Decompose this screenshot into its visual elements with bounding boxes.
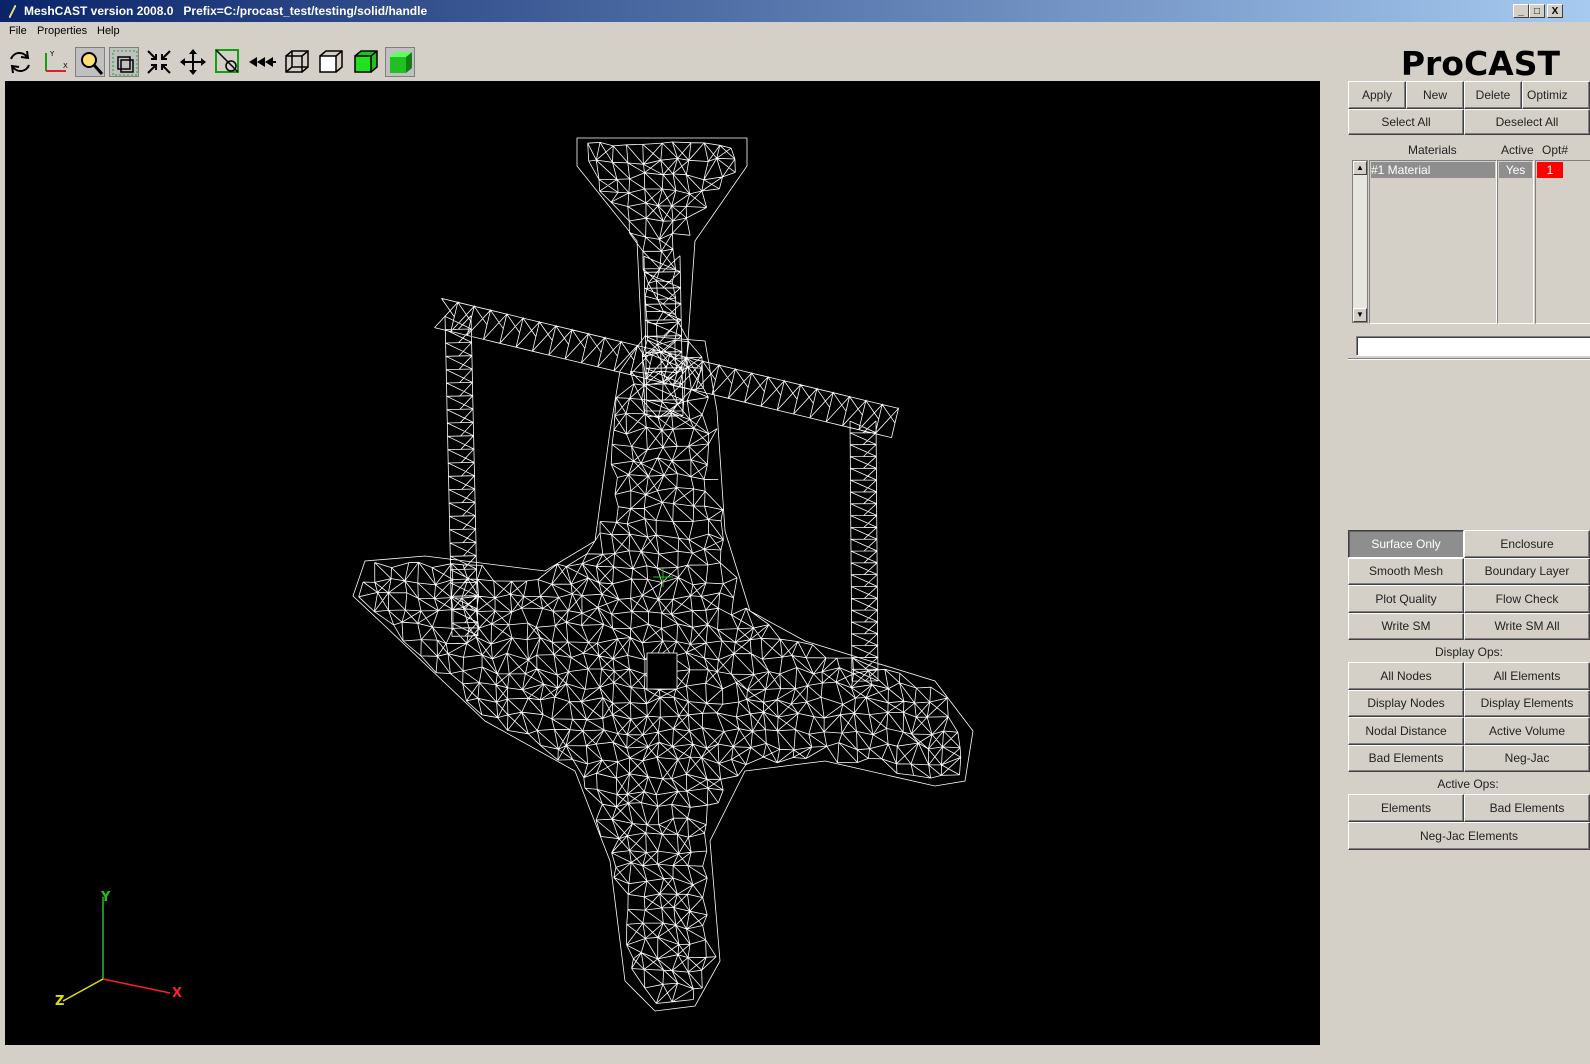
fit-icon[interactable]	[144, 47, 174, 77]
optimize-button[interactable]: Optimiz	[1522, 81, 1590, 109]
write-sm-all-button[interactable]: Write SM All	[1464, 613, 1590, 640]
active-header: Active	[1501, 143, 1534, 157]
opt-list[interactable]: 1	[1535, 160, 1590, 324]
zoom-window-icon[interactable]	[109, 47, 139, 77]
app-icon	[8, 4, 17, 18]
smooth-mesh-button[interactable]: Smooth Mesh	[1348, 558, 1464, 585]
scroll-up-icon[interactable]: ▲	[1353, 161, 1367, 175]
wireframe-icon[interactable]	[282, 47, 312, 77]
axis-triad: Y X Z	[55, 890, 182, 1009]
solid-icon[interactable]	[385, 47, 415, 77]
bad-elements-active-button[interactable]: Bad Elements	[1464, 794, 1590, 822]
x-axis-label: X	[172, 986, 182, 1001]
rotation-center-icon	[653, 567, 673, 587]
svg-text:Y: Y	[49, 50, 55, 58]
display-elements-button[interactable]: Display Elements	[1464, 690, 1590, 717]
enclosure-button[interactable]: Enclosure	[1464, 530, 1590, 558]
pan-icon[interactable]	[178, 47, 208, 77]
neg-jac-button[interactable]: Neg-Jac	[1464, 745, 1590, 772]
hidden-line-icon[interactable]	[316, 47, 346, 77]
display-ops-label: Display Ops:	[1434, 645, 1504, 659]
surface-only-button[interactable]: Surface Only	[1348, 530, 1464, 558]
svg-text:X: X	[63, 62, 68, 70]
active-volume-button[interactable]: Active Volume	[1464, 717, 1590, 745]
zoom-icon[interactable]	[75, 47, 105, 77]
all-elements-button[interactable]: All Elements	[1464, 662, 1590, 690]
select-all-button[interactable]: Select All	[1348, 109, 1464, 135]
maximize-button[interactable]: □	[1529, 4, 1545, 18]
x-axis-line	[102, 978, 171, 994]
new-button[interactable]: New	[1406, 81, 1464, 109]
material-textbox[interactable]	[1356, 336, 1590, 356]
reset-view-icon[interactable]	[247, 47, 277, 77]
active-ops-label: Active Ops:	[1437, 777, 1499, 791]
all-nodes-button[interactable]: All Nodes	[1348, 662, 1464, 690]
bad-elements-display-button[interactable]: Bad Elements	[1348, 745, 1464, 772]
menu-properties[interactable]: Properties	[37, 25, 87, 37]
display-nodes-button[interactable]: Display Nodes	[1348, 690, 1464, 717]
z-axis-line	[62, 978, 104, 1002]
y-axis-label: Y	[100, 890, 111, 905]
control-panel: Apply New Delete Optimiz Select All Dese…	[1346, 80, 1590, 1064]
materials-list[interactable]: #1 Material	[1369, 160, 1497, 324]
mesh-viewport[interactable]: Y X Z	[5, 81, 1320, 1045]
title-bar: MeshCAST version 2008.0 Prefix=C:/procas…	[0, 0, 1590, 22]
deselect-all-button[interactable]: Deselect All	[1464, 109, 1590, 135]
material-item[interactable]: #1 Material	[1371, 162, 1495, 178]
material-opt-value[interactable]: 1	[1537, 162, 1563, 178]
elements-button[interactable]: Elements	[1348, 794, 1464, 822]
wireframe-mesh	[352, 137, 974, 1012]
opt-header: Opt#	[1542, 143, 1569, 157]
scroll-down-icon[interactable]: ▼	[1353, 308, 1367, 322]
material-active-value[interactable]: Yes	[1499, 162, 1532, 178]
menu-help[interactable]: Help	[97, 25, 120, 37]
mesh-hole	[646, 652, 678, 690]
z-axis-label: Z	[55, 994, 64, 1009]
toolbar: YX	[0, 42, 1590, 80]
boundary-layer-button[interactable]: Boundary Layer	[1464, 558, 1590, 585]
panel-divider	[1348, 358, 1590, 360]
flow-check-button[interactable]: Flow Check	[1464, 585, 1590, 613]
write-sm-button[interactable]: Write SM	[1348, 613, 1464, 640]
apply-button[interactable]: Apply	[1348, 81, 1406, 109]
active-list[interactable]: Yes	[1497, 160, 1534, 324]
window-title: MeshCAST version 2008.0 Prefix=C:/procas…	[24, 4, 428, 18]
pick-icon[interactable]	[213, 47, 243, 77]
close-button[interactable]: X	[1547, 4, 1563, 18]
minimize-button[interactable]: _	[1513, 4, 1529, 18]
rotate-icon[interactable]	[5, 47, 35, 77]
materials-header: Materials	[1408, 143, 1457, 157]
menu-bar: File Properties Help	[0, 22, 1590, 42]
menu-file[interactable]: File	[9, 25, 27, 37]
axes-icon[interactable]: YX	[40, 47, 70, 77]
nodal-distance-button[interactable]: Nodal Distance	[1348, 717, 1464, 745]
delete-button[interactable]: Delete	[1464, 81, 1522, 109]
shaded-icon[interactable]	[351, 47, 381, 77]
neg-jac-elements-button[interactable]: Neg-Jac Elements	[1348, 822, 1590, 850]
materials-scrollbar[interactable]: ▲ ▼	[1352, 160, 1368, 323]
plot-quality-button[interactable]: Plot Quality	[1348, 585, 1464, 613]
procast-logo: ProCAST	[1400, 44, 1560, 83]
